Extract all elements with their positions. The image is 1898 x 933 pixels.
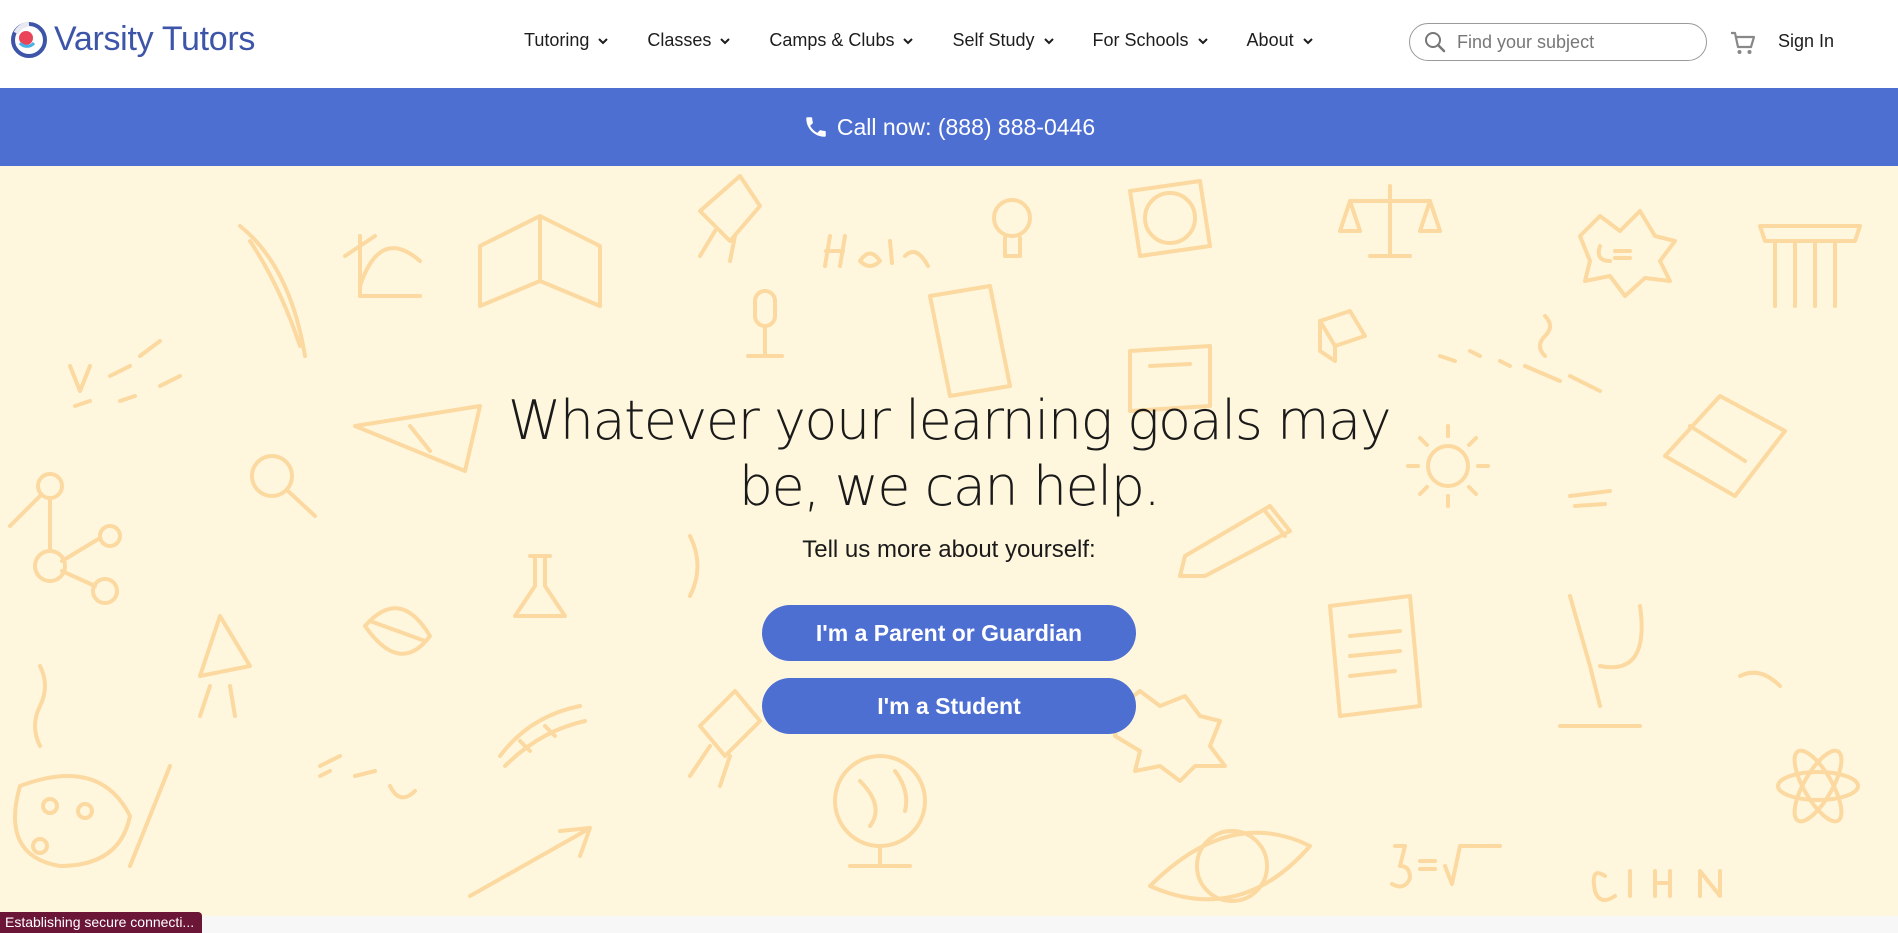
hero-title: Whatever your learning goals may be, we … [507,389,1392,518]
browser-status-bar: Establishing secure connecti... [0,912,203,933]
nav-item-tutoring[interactable]: Tutoring [524,30,609,51]
chevron-down-icon [903,37,914,44]
chevron-down-icon [598,37,609,44]
nav-item-camps-clubs[interactable]: Camps & Clubs [769,30,914,51]
nav-item-for-schools[interactable]: For Schools [1093,30,1209,51]
parent-guardian-button[interactable]: I'm a Parent or Guardian [762,605,1136,661]
nav-item-label: Camps & Clubs [769,30,895,50]
nav-item-label: Self Study [952,30,1035,50]
main-nav: Tutoring Classes Camps & Clubs Self Stud… [524,30,1314,51]
cart-button[interactable] [1729,29,1757,62]
subject-search [1409,23,1707,61]
hero-section: Whatever your learning goals may be, we … [0,166,1898,916]
shopping-cart-icon [1731,31,1756,54]
nav-item-label: Tutoring [524,30,590,50]
search-input[interactable] [1455,30,1689,54]
call-now-bar[interactable]: Call now: (888) 888-0446 [0,88,1898,166]
sign-in-link[interactable]: Sign In [1778,31,1834,52]
logo-text: Varsity Tutors [54,20,256,58]
varsity-tutors-logo-icon [11,21,47,58]
chevron-down-icon [1197,37,1208,44]
chevron-down-icon [1043,37,1054,44]
search-icon [1425,32,1446,53]
chevron-down-icon [1302,37,1313,44]
site-header: Varsity Tutors Tutoring Classes Camps & … [0,0,1898,88]
hero-subtitle: Tell us more about yourself: [802,536,1096,563]
nav-item-label: About [1246,30,1294,50]
nav-item-self-study[interactable]: Self Study [952,30,1054,51]
phone-icon [806,117,826,137]
nav-item-classes[interactable]: Classes [647,30,731,51]
call-now-content: Call now: (888) 888-0446 [803,114,1095,141]
nav-item-about[interactable]: About [1247,30,1314,51]
call-now-text: Call now: (888) 888-0446 [836,113,1096,140]
nav-item-label: Classes [647,30,712,50]
nav-item-label: For Schools [1092,30,1189,50]
logo[interactable]: Varsity Tutors [10,20,255,59]
chevron-down-icon [720,37,731,44]
student-button[interactable]: I'm a Student [762,678,1136,734]
